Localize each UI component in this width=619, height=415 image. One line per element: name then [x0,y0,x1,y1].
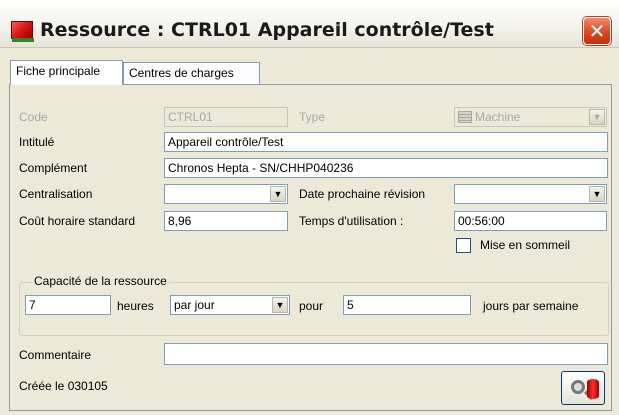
pour-label: pour [299,299,324,313]
centralisation-label: Centralisation [19,187,93,201]
type-label: Type [299,110,326,124]
temps-label: Temps d'utilisation : [299,214,404,228]
sommeil-checkbox[interactable] [456,238,471,253]
cout-field[interactable]: 8,96 [164,211,288,231]
tab-fiche-principale[interactable]: Fiche principale [10,60,123,85]
app-icon [11,21,34,42]
commentaire-label: Commentaire [19,348,92,362]
heures-label: heures [117,299,154,313]
sommeil-label: Mise en sommeil [480,238,571,252]
date-revision-select[interactable]: ▼ [454,184,607,204]
chevron-down-icon: ▼ [273,189,283,199]
type-select[interactable]: Machine ▼ [454,107,607,127]
chevron-down-icon: ▼ [592,189,602,199]
date-revision-label: Date prochaine révision [299,187,426,201]
chevron-down-icon: ▼ [592,112,602,122]
commentaire-field[interactable] [164,343,608,365]
intitule-field[interactable]: Appareil contrôle/Test [164,132,608,152]
title-bar: Ressource : CTRL01 Appareil contrôle/Tes… [0,0,619,48]
periode-select[interactable]: par jour ▼ [170,295,290,315]
capacite-title: Capacité de la ressource [32,274,169,288]
complement-label: Complément [19,161,88,175]
complement-field[interactable]: Chronos Hepta - SN/CHHP040236 [164,158,608,178]
cout-label: Coût horaire standard [19,214,136,228]
code-field[interactable]: CTRL01 [164,107,288,127]
close-icon: ✕ [588,19,606,43]
creation-date: Créée le 030105 [19,379,108,393]
machine-icon [458,111,472,123]
temps-field[interactable]: 00:56:00 [454,211,607,231]
date-revision-dropdown-button[interactable]: ▼ [589,186,605,202]
close-button[interactable]: ✕ [583,17,611,45]
centralisation-dropdown-button[interactable]: ▼ [270,186,286,202]
jours-label: jours par semaine [483,299,579,313]
centralisation-select[interactable]: ▼ [164,184,288,204]
heures-field[interactable]: 7 [25,295,111,315]
magnifier-icon [571,380,585,394]
jours-field[interactable]: 5 [343,295,471,315]
code-label: Code [19,110,48,124]
periode-dropdown-button[interactable]: ▼ [272,297,288,313]
type-dropdown-button[interactable]: ▼ [589,109,605,125]
chevron-down-icon: ▼ [275,300,285,310]
periode-value: par jour [174,298,215,312]
database-icon [587,379,599,399]
tab-centres-de-charges[interactable]: Centres de charges [123,62,260,85]
search-database-button[interactable] [561,371,605,405]
intitule-label: Intitulé [19,135,55,149]
type-value: Machine [475,110,521,124]
window-title: Ressource : CTRL01 Appareil contrôle/Tes… [40,19,494,41]
